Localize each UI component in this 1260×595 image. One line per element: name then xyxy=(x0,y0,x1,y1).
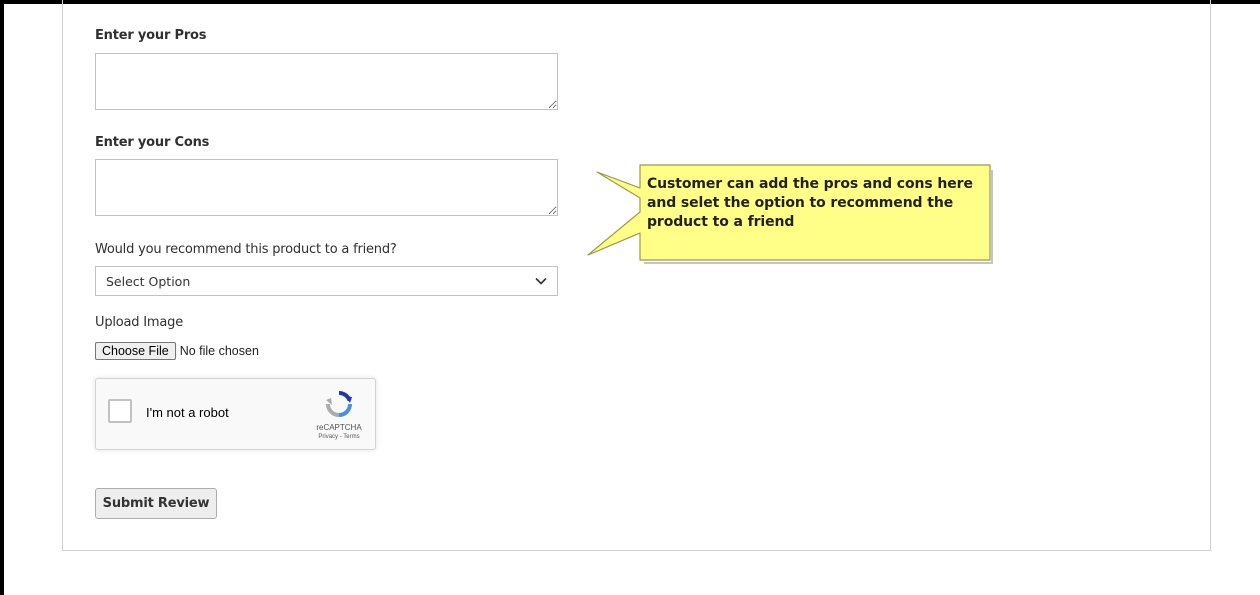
pros-label: Enter your Pros xyxy=(95,28,207,43)
captcha-privacy-terms-link[interactable]: Privacy - Terms xyxy=(304,434,374,440)
recommend-select-value: Select Option xyxy=(106,273,191,289)
captcha-checkbox[interactable] xyxy=(108,399,132,423)
file-status: No file chosen xyxy=(179,344,259,358)
submit-review-button[interactable]: Submit Review xyxy=(95,488,217,519)
chevron-down-icon xyxy=(535,277,547,285)
file-input[interactable]: Choose File No file chosen xyxy=(95,342,259,360)
upload-label: Upload Image xyxy=(95,315,183,330)
pros-textarea[interactable] xyxy=(95,53,558,110)
recaptcha-widget: I'm not a robot reCAPTCHA Privacy - Term… xyxy=(95,378,376,450)
recommend-select[interactable]: Select Option xyxy=(95,266,558,296)
callout-text: Customer can add the pros and cons here … xyxy=(647,176,973,230)
frame-border-left xyxy=(0,0,4,595)
captcha-label: I'm not a robot xyxy=(146,405,229,420)
captcha-brand: reCAPTCHA xyxy=(316,423,362,432)
cons-textarea[interactable] xyxy=(95,159,558,216)
recommend-label: Would you recommend this product to a fr… xyxy=(95,242,397,257)
choose-file-button[interactable]: Choose File xyxy=(95,342,176,360)
recaptcha-logo-icon xyxy=(326,390,352,417)
cons-label: Enter your Cons xyxy=(95,135,210,150)
